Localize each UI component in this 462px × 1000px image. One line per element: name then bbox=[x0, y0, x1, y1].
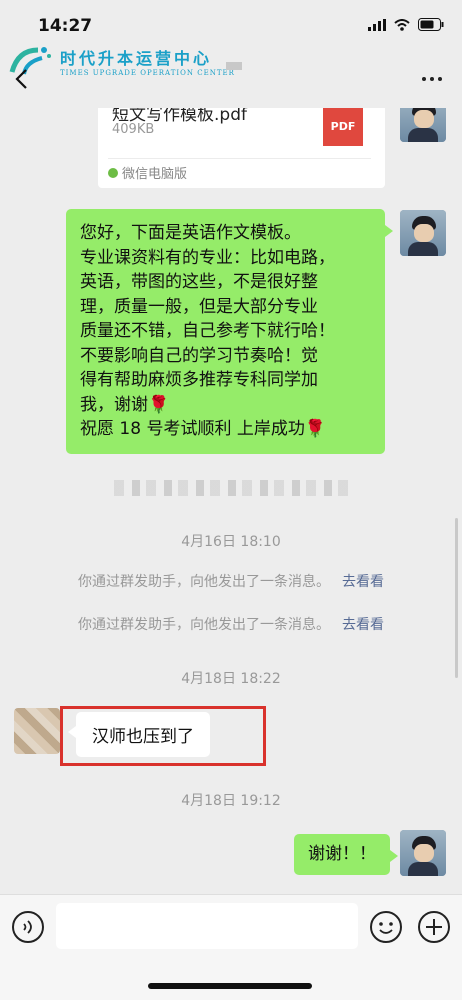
status-bar: 14:27 bbox=[0, 0, 462, 44]
blurred-content bbox=[114, 480, 348, 496]
message-input[interactable] bbox=[56, 903, 358, 949]
file-message[interactable]: 短文写作模板.pdf 409KB PDF 微信电脑版 bbox=[98, 108, 385, 188]
self-avatar[interactable] bbox=[400, 830, 446, 876]
wechat-icon bbox=[108, 167, 118, 178]
voice-button[interactable] bbox=[12, 911, 44, 943]
view-link[interactable]: 去看看 bbox=[342, 617, 384, 633]
more-functions-button[interactable] bbox=[418, 911, 450, 943]
template-message[interactable]: 您好，下面是英语作文模板。 专业课资料有的专业：比如电路， 英语，带图的这些，不… bbox=[66, 209, 393, 454]
file-source-label: 微信电脑版 bbox=[122, 167, 188, 182]
pdf-icon: PDF bbox=[323, 108, 363, 146]
self-avatar[interactable] bbox=[400, 210, 446, 256]
emoji-icon bbox=[379, 922, 393, 934]
view-link[interactable]: 去看看 bbox=[342, 574, 384, 590]
contact-name-blurred bbox=[226, 62, 242, 70]
chat-header: 时代升本运营中心 TIMES UPGRADE OPERATION CENTER bbox=[0, 44, 462, 108]
voice-icon bbox=[23, 920, 32, 934]
message-line: 理，质量一般，但是大部分专业 bbox=[80, 296, 318, 317]
highlight-box bbox=[60, 706, 266, 766]
system-message-text: 你通过群发助手，向他发出了一条消息。 bbox=[78, 617, 330, 633]
emoji-button[interactable] bbox=[370, 911, 402, 943]
message-line: 我，谢谢🌹 bbox=[80, 394, 170, 415]
system-message: 你通过群发助手，向他发出了一条消息。 去看看 bbox=[0, 571, 462, 591]
watermark-logo: 时代升本运营中心 TIMES UPGRADE OPERATION CENTER bbox=[8, 44, 235, 78]
wifi-icon bbox=[394, 18, 410, 31]
message-line: 不要影响自己的学习节奏哈！觉 bbox=[80, 345, 318, 366]
input-bar bbox=[0, 894, 462, 1000]
logo-en: TIMES UPGRADE OPERATION CENTER bbox=[60, 69, 235, 77]
plus-icon bbox=[426, 919, 442, 935]
system-message: 你通过群发助手，向他发出了一条消息。 去看看 bbox=[0, 614, 462, 634]
chat-area[interactable]: 短文写作模板.pdf 409KB PDF 微信电脑版 您好，下面是英语作文模板。… bbox=[0, 108, 462, 894]
scrollbar[interactable] bbox=[455, 518, 458, 678]
more-icon[interactable] bbox=[422, 77, 442, 81]
message-line: 专业课资料有的专业：比如电路， bbox=[80, 247, 335, 268]
message-line: 质量还不错，自己参考下就行哈！ bbox=[80, 321, 335, 341]
back-icon[interactable] bbox=[14, 68, 28, 90]
message-line: 祝愿 18 号考试顺利 上岸成功🌹 bbox=[80, 419, 327, 439]
battery-icon bbox=[418, 18, 444, 31]
message-line: 得有帮助麻烦多推荐专科同学加 bbox=[80, 370, 318, 390]
status-time: 14:27 bbox=[38, 16, 93, 36]
self-avatar[interactable] bbox=[400, 108, 446, 142]
home-indicator bbox=[148, 983, 312, 989]
timestamp: 4月16日 18:10 bbox=[181, 534, 281, 550]
reply-message[interactable]: 谢谢！！ bbox=[294, 834, 398, 875]
timestamp: 4月18日 18:22 bbox=[181, 671, 281, 687]
reply-text: 谢谢！！ bbox=[308, 844, 376, 864]
status-icons bbox=[368, 18, 444, 31]
message-line: 您好，下面是英语作文模板。 bbox=[80, 223, 301, 243]
signal-icon bbox=[368, 18, 386, 31]
contact-avatar[interactable] bbox=[14, 708, 60, 754]
system-message-text: 你通过群发助手，向他发出了一条消息。 bbox=[78, 574, 330, 590]
timestamp: 4月18日 19:12 bbox=[181, 793, 281, 809]
file-size: 409KB bbox=[112, 122, 155, 137]
logo-cn: 时代升本运营中心 bbox=[60, 49, 213, 68]
message-line: 英语，带图的这些，不是很好整 bbox=[80, 272, 318, 292]
file-source: 微信电脑版 bbox=[108, 158, 371, 182]
